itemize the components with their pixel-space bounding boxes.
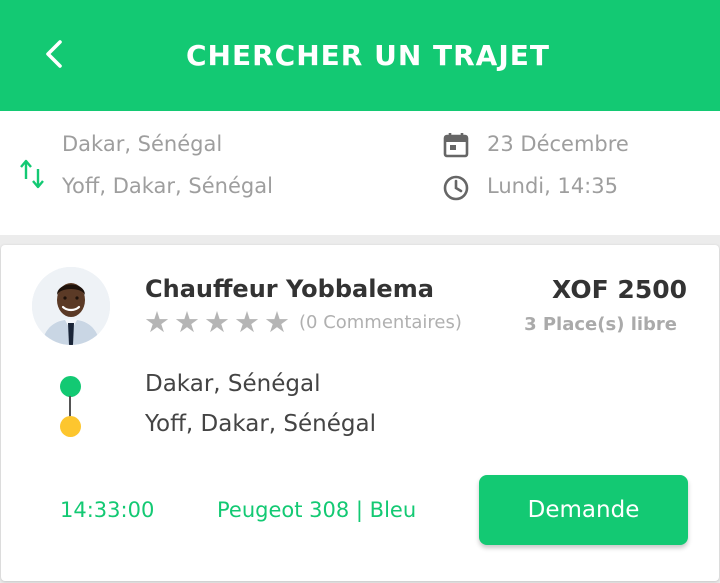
driver-name: Chauffeur Yobbalema (145, 275, 434, 303)
date-field[interactable]: 23 Décembre (487, 132, 629, 156)
comments-count[interactable]: (0 Commentaires) (299, 312, 462, 333)
origin-field[interactable]: Dakar, Sénégal (62, 132, 222, 156)
app-header: CHERCHER UN TRAJET (0, 0, 720, 111)
ride-destination: Yoff, Dakar, Sénégal (145, 411, 376, 437)
destination-dot-icon (60, 416, 81, 437)
search-summary: Dakar, Sénégal Yoff, Dakar, Sénégal 23 D… (0, 111, 720, 235)
destination-field[interactable]: Yoff, Dakar, Sénégal (62, 174, 273, 198)
avatar (32, 267, 110, 345)
route-connector (69, 396, 71, 418)
departure-time: 14:33:00 (60, 498, 155, 522)
ride-origin: Dakar, Sénégal (145, 371, 321, 397)
star-icon: ★ (264, 305, 290, 339)
request-button[interactable]: Demande (479, 475, 688, 545)
calendar-icon (443, 133, 469, 158)
star-icon: ★ (204, 305, 230, 339)
clock-icon (443, 175, 469, 201)
origin-dot-icon (60, 376, 81, 397)
ride-card[interactable]: Chauffeur Yobbalema ★ ★ ★ ★ ★ (0 Comment… (1, 245, 719, 581)
rating-stars: ★ ★ ★ ★ ★ (144, 307, 294, 337)
time-field[interactable]: Lundi, 14:35 (487, 174, 618, 198)
star-icon: ★ (174, 305, 200, 339)
ride-price: XOF 2500 (552, 275, 687, 304)
page-title: CHERCHER UN TRAJET (186, 39, 550, 72)
star-icon: ★ (144, 305, 170, 339)
swap-vertical-icon[interactable] (18, 157, 46, 191)
star-icon: ★ (234, 305, 260, 339)
vehicle-info: Peugeot 308 | Bleu (217, 498, 417, 522)
available-seats: 3 Place(s) libre (524, 314, 677, 335)
